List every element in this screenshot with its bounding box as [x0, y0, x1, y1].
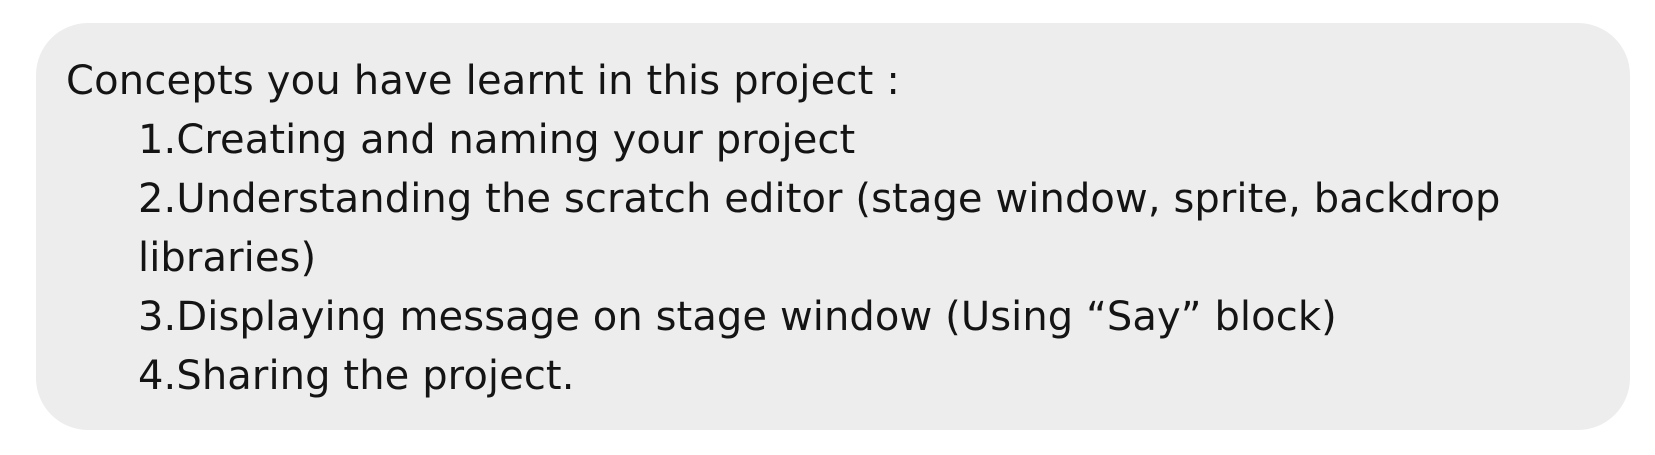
list-item-1: 1.Creating and naming your project — [138, 117, 856, 163]
list-item-3: 3.Displaying message on stage window (Us… — [138, 294, 1337, 340]
list-item-2: 2.Understanding the scratch editor (stag… — [138, 176, 1501, 281]
card-heading: Concepts you have learnt in this project… — [66, 58, 901, 104]
concepts-card: Concepts you have learnt in this project… — [36, 23, 1630, 430]
concepts-list: 1.Creating and naming your project 2.Und… — [66, 111, 1630, 406]
list-item-4: 4.Sharing the project. — [138, 353, 575, 399]
